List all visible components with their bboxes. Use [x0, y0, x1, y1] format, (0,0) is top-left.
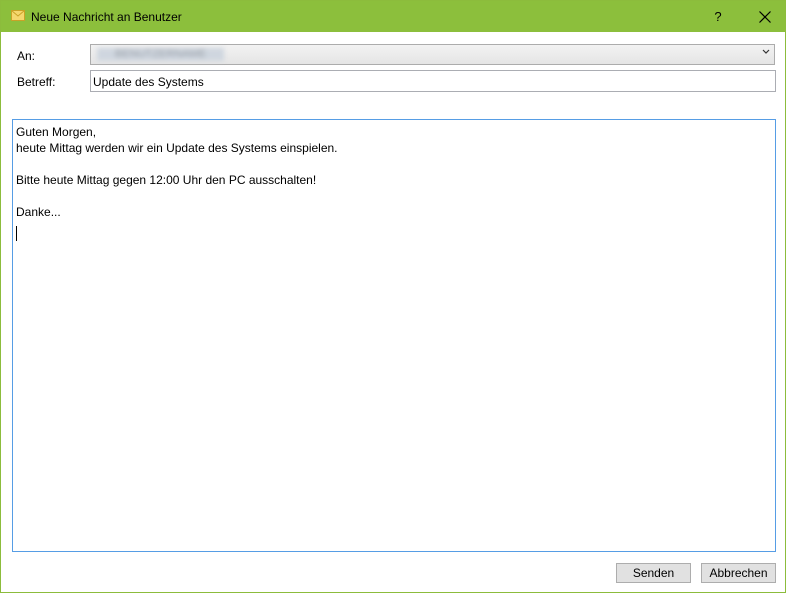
send-button[interactable]: Senden	[616, 563, 691, 583]
help-button[interactable]: ?	[701, 1, 735, 32]
text-caret	[16, 226, 17, 241]
title-bar[interactable]: Neue Nachricht an Benutzer ?	[1, 1, 785, 32]
to-label: An:	[17, 49, 36, 63]
close-icon	[759, 11, 771, 23]
subject-label: Betreff:	[17, 75, 56, 89]
message-line: Guten Morgen,	[16, 125, 97, 139]
message-line: Bitte heute Mittag gegen 12:00 Uhr den P…	[16, 173, 317, 187]
message-line	[16, 156, 775, 172]
close-button[interactable]	[745, 1, 785, 32]
message-body-textarea[interactable]: Guten Morgen, heute Mittag werden wir ei…	[12, 119, 776, 552]
recipient-combobox[interactable]: BENUTZERNAME	[90, 44, 775, 65]
message-line: heute Mittag werden wir ein Update des S…	[16, 141, 338, 155]
recipient-value: BENUTZERNAME	[97, 48, 225, 61]
message-line: Danke...	[16, 205, 61, 219]
cancel-button[interactable]: Abbrechen	[701, 563, 776, 583]
window-title: Neue Nachricht an Benutzer	[31, 10, 182, 24]
message-line	[16, 188, 775, 204]
message-dialog: Neue Nachricht an Benutzer ? An: BENUTZE…	[0, 0, 786, 593]
subject-input[interactable]: Update des Systems	[90, 70, 776, 92]
chevron-down-icon[interactable]	[762, 47, 770, 58]
envelope-icon	[11, 10, 25, 21]
